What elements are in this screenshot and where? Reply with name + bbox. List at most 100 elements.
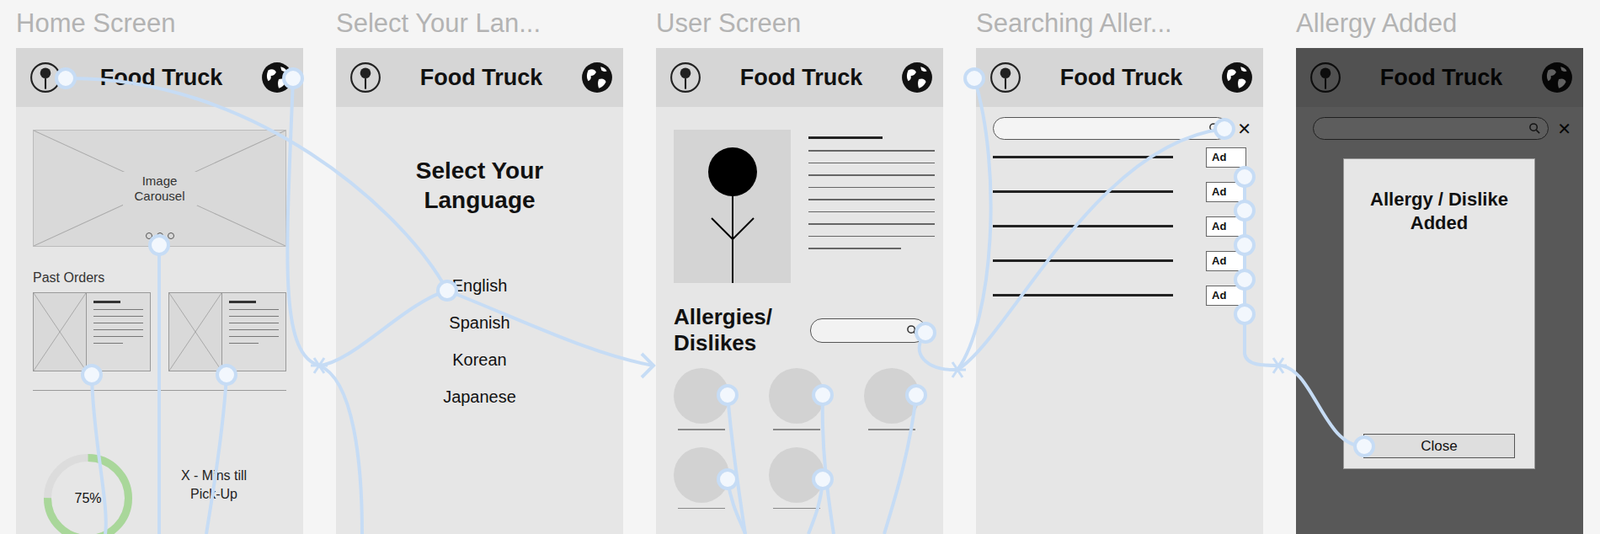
- search-column: Searching Aller... Food Truck ✕ Ad Ad Ad…: [976, 0, 1264, 534]
- image-placeholder-icon: [33, 293, 87, 371]
- search-icon: [906, 324, 919, 337]
- prototype-connections: [0, 0, 1600, 534]
- connection-line: [919, 332, 958, 370]
- connection-line: [884, 394, 917, 534]
- language-option[interactable]: Japanese: [442, 378, 517, 416]
- hotspot-icon[interactable]: [718, 385, 737, 405]
- connection-line: [727, 394, 746, 534]
- globe-icon[interactable]: [901, 61, 934, 94]
- map-pin-icon[interactable]: [349, 61, 382, 94]
- globe-icon[interactable]: [581, 61, 614, 94]
- progress-reading: 75%: [41, 451, 135, 534]
- prototype-canvas: Home Screen Food Truck Image Carousel Pa…: [0, 0, 1600, 534]
- close-modal-button[interactable]: Close: [1363, 433, 1515, 459]
- hotspot-icon[interactable]: [1235, 235, 1254, 255]
- arrow-icon: [641, 353, 654, 378]
- connection-line: [206, 374, 227, 534]
- close-button[interactable]: ✕: [1237, 118, 1252, 139]
- hotspot-icon[interactable]: [283, 69, 303, 88]
- search-result: Ad: [992, 208, 1252, 244]
- image-carousel[interactable]: Image Carousel: [32, 129, 287, 247]
- add-button[interactable]: Ad: [1205, 181, 1247, 203]
- search-field[interactable]: [992, 117, 1229, 140]
- image-placeholder-icon: [169, 293, 223, 371]
- hotspot-icon[interactable]: [965, 69, 984, 88]
- profile-info: [808, 129, 935, 283]
- home-column: Home Screen Food Truck Image Carousel Pa…: [16, 0, 304, 534]
- hotspot-icon[interactable]: [916, 323, 935, 342]
- confirmation-modal: Allergy / Dislike Added Close: [1343, 158, 1536, 470]
- language-option[interactable]: Korean: [452, 341, 507, 379]
- connection-line: [1278, 365, 1365, 447]
- hotspot-icon[interactable]: [813, 385, 832, 405]
- search-frame[interactable]: Food Truck ✕ Ad Ad Ad Ad Ad: [976, 48, 1264, 534]
- app-title: Food Truck: [708, 64, 895, 91]
- avatar-icon: [673, 129, 791, 283]
- connection-line: [957, 78, 992, 370]
- connection-line: [91, 374, 107, 534]
- added-frame[interactable]: Food Truck ✕ Allergy / Dislike Added Clo…: [1296, 48, 1584, 534]
- connection-line: [65, 78, 448, 291]
- connection-line: [1244, 176, 1279, 366]
- app-header: Food Truck: [336, 48, 624, 107]
- junction-icon: [310, 357, 328, 374]
- search-result: Ad: [992, 277, 1252, 313]
- language-option[interactable]: Spanish: [448, 304, 510, 342]
- hotspot-icon[interactable]: [1215, 119, 1234, 139]
- frame-label: User Screen: [656, 0, 944, 48]
- search-icon: [1208, 122, 1222, 135]
- connection-line: [957, 128, 1225, 370]
- hotspot-icon[interactable]: [1235, 304, 1254, 324]
- hotspot-icon[interactable]: [217, 365, 236, 384]
- hotspot-icon[interactable]: [1235, 201, 1254, 220]
- add-button[interactable]: Ad: [1205, 216, 1247, 237]
- user-frame[interactable]: Food Truck Allergies/ Dislikes: [656, 48, 944, 534]
- map-pin-icon[interactable]: [669, 61, 702, 94]
- allergy-item[interactable]: [673, 368, 730, 431]
- connection-line: [808, 479, 823, 534]
- language-option[interactable]: English: [452, 266, 508, 304]
- hotspot-icon[interactable]: [149, 235, 169, 255]
- globe-icon[interactable]: [1221, 61, 1254, 94]
- hotspot-icon[interactable]: [813, 469, 832, 489]
- hotspot-icon[interactable]: [1354, 437, 1374, 456]
- allergy-item[interactable]: [864, 368, 920, 431]
- allergy-item[interactable]: [673, 447, 730, 510]
- hotspot-icon[interactable]: [82, 365, 102, 384]
- frame-label: Searching Aller...: [976, 0, 1264, 48]
- hotspot-icon[interactable]: [437, 281, 457, 300]
- home-frame[interactable]: Food Truck Image Carousel Past Orders 75…: [16, 48, 304, 534]
- order-card[interactable]: [168, 292, 287, 372]
- connection-line: [319, 290, 448, 366]
- connection-line: [319, 365, 363, 534]
- add-button[interactable]: Ad: [1205, 285, 1247, 306]
- allergy-search-field[interactable]: [810, 318, 927, 343]
- app-header: Food Truck: [976, 48, 1264, 107]
- app-header: Food Truck: [656, 48, 944, 107]
- connection-line: [822, 394, 834, 534]
- hotspot-icon[interactable]: [56, 69, 75, 88]
- allergy-item[interactable]: [768, 447, 825, 510]
- allergy-item[interactable]: [768, 368, 825, 431]
- hotspot-icon[interactable]: [1235, 270, 1254, 289]
- search-result: Ad: [992, 139, 1252, 175]
- app-header: Food Truck: [16, 48, 304, 107]
- added-column: Allergy Added Food Truck ✕ Allergy / Dis…: [1296, 0, 1584, 534]
- progress-ring: 75%: [41, 451, 135, 534]
- hotspot-icon[interactable]: [906, 385, 926, 405]
- add-button[interactable]: Ad: [1205, 250, 1247, 272]
- language-frame[interactable]: Food Truck Select Your Language EnglishS…: [336, 48, 624, 534]
- hotspot-icon[interactable]: [1235, 167, 1254, 187]
- carousel-label: Image Carousel: [122, 171, 198, 206]
- map-pin-icon[interactable]: [29, 61, 62, 94]
- connection-line: [727, 479, 746, 534]
- hotspot-icon[interactable]: [718, 469, 737, 489]
- order-card[interactable]: [32, 292, 151, 372]
- frame-label: Select Your Lan...: [336, 0, 624, 48]
- globe-icon[interactable]: [261, 61, 294, 94]
- pickup-time: X - Mins till Pick-Up: [180, 466, 248, 505]
- add-button[interactable]: Ad: [1205, 147, 1247, 168]
- language-heading: Select Your Language: [387, 155, 573, 215]
- map-pin-icon[interactable]: [989, 61, 1022, 94]
- junction-icon: [1269, 357, 1287, 374]
